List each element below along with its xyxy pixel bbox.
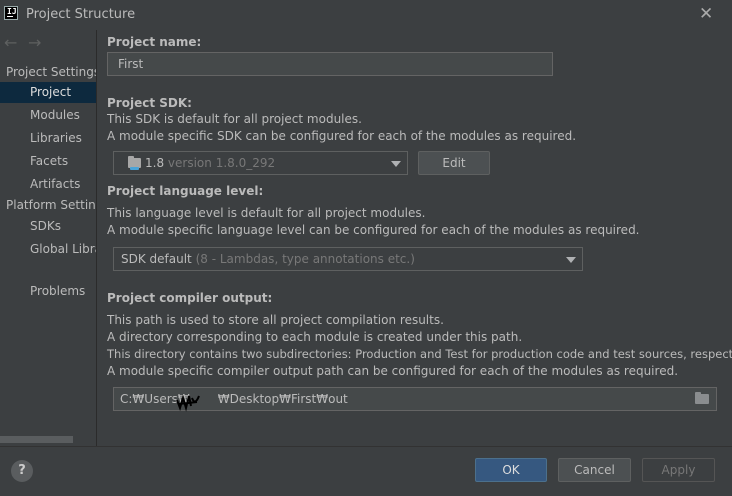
apply-button[interactable]: Apply [642,458,715,482]
sidebar-item-problems[interactable]: Problems [0,281,96,302]
sidebar-header-project-settings: Project Settings [6,65,97,79]
compiler-output-desc-1: This path is used to store all project c… [107,313,444,327]
forward-arrow-icon[interactable]: → [28,33,41,52]
project-sdk-dropdown[interactable]: 1.8 version 1.8.0_292 [113,151,408,175]
language-level-dropdown[interactable]: SDK default (8 - Lambdas, type annotatio… [113,247,583,271]
path-suffix: ₩Desktop₩First₩out [217,392,348,406]
window-title: Project Structure [26,7,136,22]
project-name-label: Project name: [107,35,202,49]
dialog-footer: ? OK Cancel Apply [0,446,732,496]
title-bar: IJ Project Structure ✕ [0,0,732,30]
help-button[interactable]: ? [11,460,33,482]
compiler-output-label: Project compiler output: [107,291,273,305]
project-sdk-desc-1: This SDK is default for all project modu… [107,112,362,126]
sidebar-item-modules[interactable]: Modules [0,105,96,126]
compiler-output-desc-3: This directory contains two subdirectori… [107,347,732,361]
project-sdk-label: Project SDK: [107,96,192,110]
back-arrow-icon[interactable]: ← [4,33,17,52]
project-settings-panel: Project name: First Project SDK: This SD… [98,30,732,446]
project-name-input[interactable]: First [107,52,553,76]
compiler-output-desc-2: A directory corresponding to each module… [107,330,523,344]
chevron-down-icon [566,257,576,263]
sidebar-item-artifacts[interactable]: Artifacts [0,174,96,195]
ok-button[interactable]: OK [475,458,547,482]
sidebar-header-platform-settings: Platform Settings [6,198,96,212]
language-level-detail: (8 - Lambdas, type annotations etc.) [195,252,415,266]
sidebar-item-global-libraries[interactable]: Global Libraries [0,239,96,260]
sdk-version: version 1.8.0_292 [167,156,276,170]
edit-sdk-button[interactable]: Edit [418,151,490,175]
project-sdk-desc-2: A module specific SDK can be configured … [107,129,577,143]
compiler-output-path-input[interactable]: C:₩Users₩ ₩Desktop₩First₩out [113,387,717,411]
intellij-logo-icon: IJ [4,6,18,20]
browse-folder-icon[interactable] [695,392,709,404]
sidebar-item-sdks[interactable]: SDKs [0,216,96,237]
sdk-name: 1.8 [145,156,165,170]
language-level-desc-1: This language level is default for all p… [107,206,426,220]
cancel-button[interactable]: Cancel [558,458,631,482]
sidebar-horizontal-scrollbar[interactable] [0,436,73,443]
sidebar-item-facets[interactable]: Facets [0,151,96,172]
sidebar-item-project[interactable]: Project [0,82,96,103]
redaction-scribble [176,394,200,412]
language-level-desc-2: A module specific language level can be … [107,223,640,237]
compiler-output-desc-4: A module specific compiler output path c… [107,364,679,378]
sidebar: ← → Project Settings Project Modules Lib… [0,30,97,446]
close-icon[interactable]: ✕ [699,4,713,24]
sidebar-item-libraries[interactable]: Libraries [0,128,96,149]
sdk-folder-icon [128,156,141,170]
chevron-down-icon [391,161,401,167]
language-level-value: SDK default [121,252,192,266]
language-level-label: Project language level: [107,184,264,198]
